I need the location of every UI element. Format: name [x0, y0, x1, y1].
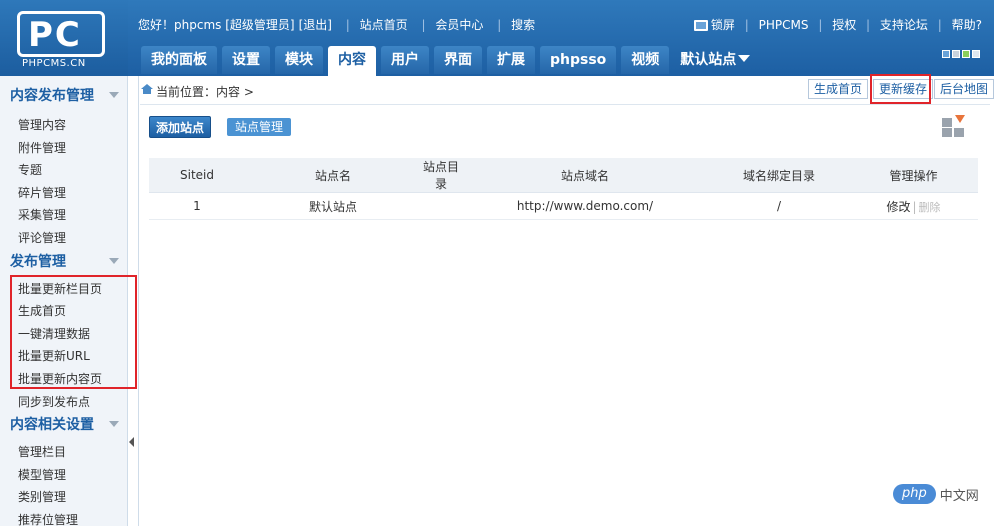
logout-link[interactable]: [退出]	[299, 18, 332, 32]
tab-video[interactable]: 视频	[621, 46, 670, 74]
logo-caption: PHPCMS.CN	[22, 58, 86, 69]
logo-mark: PC	[17, 11, 105, 57]
sidebar-item-manage-content[interactable]: 管理内容	[0, 114, 127, 137]
sidebar-section-content-publish[interactable]: 内容发布管理	[0, 84, 127, 108]
logo-text: PC	[28, 15, 82, 55]
sidebar-item-models[interactable]: 模型管理	[0, 464, 127, 487]
license-link[interactable]: 授权	[832, 18, 856, 32]
sidebar-item-clean-data[interactable]: 一键清理数据	[0, 323, 127, 346]
edit-link[interactable]: 修改	[886, 200, 910, 214]
sidebar-item-types[interactable]: 类别管理	[0, 486, 127, 509]
tab-my-panel[interactable]: 我的面板	[141, 46, 217, 74]
member-center-link[interactable]: 会员中心	[435, 18, 483, 32]
sidebar-item-collection[interactable]: 采集管理	[0, 204, 127, 227]
tab-content[interactable]: 内容	[328, 46, 376, 76]
col-site-domain: 站点域名	[461, 158, 709, 193]
theme-gray-icon[interactable]	[952, 50, 960, 58]
sidebar-section-title: 内容相关设置	[10, 417, 94, 434]
generate-home-button[interactable]: 生成首页	[808, 79, 869, 99]
theme-blue-icon[interactable]	[942, 50, 950, 58]
col-siteid: Siteid	[149, 158, 245, 193]
chevron-down-icon[interactable]	[109, 92, 119, 98]
sidebar-section-title: 内容发布管理	[10, 88, 94, 104]
sidebar-item-batch-update-content[interactable]: 批量更新内容页	[0, 368, 127, 391]
table-row: 1 默认站点 http://www.demo.com/ / 修改 | 删除	[149, 192, 978, 220]
col-site-dir: 站点目录	[421, 158, 461, 193]
theme-green-icon[interactable]	[962, 50, 970, 58]
cell-site-name: 默认站点	[245, 192, 421, 220]
sidebar-item-topics[interactable]: 专题	[0, 159, 127, 182]
watermark-text: 中文网	[939, 488, 979, 504]
sites-table: Siteid 站点名 站点目录 站点域名 域名绑定目录 管理操作 1 默认站点 …	[149, 158, 978, 220]
monitor-icon	[693, 20, 708, 31]
sidebar-item-batch-update-url[interactable]: 批量更新URL	[0, 345, 127, 368]
sidebar-item-attachments[interactable]: 附件管理	[0, 137, 127, 160]
top-links: 锁屏 | PHPCMS | 授权 | 支持论坛 | 帮助?	[693, 16, 982, 33]
sidebar-item-fragments[interactable]: 碎片管理	[0, 182, 127, 205]
tab-extensions[interactable]: 扩展	[487, 46, 535, 74]
cell-siteid: 1	[149, 192, 245, 220]
theme-light-icon[interactable]	[972, 50, 980, 58]
layout-toggle-icon[interactable]	[941, 115, 967, 137]
cell-site-domain: http://www.demo.com/	[461, 192, 709, 220]
sidebar-item-sync-publish[interactable]: 同步到发布点	[0, 391, 127, 414]
col-actions: 管理操作	[849, 158, 978, 193]
arrow-down-icon	[955, 115, 965, 123]
sidebar-section-title: 发布管理	[10, 253, 66, 270]
breadcrumb-text: 当前位置：内容 >	[156, 85, 254, 99]
sidebar-item-recommend-positions[interactable]: 推荐位管理	[0, 509, 127, 526]
col-bind-dir: 域名绑定目录	[709, 158, 849, 193]
sidebar-item-comments[interactable]: 评论管理	[0, 227, 127, 250]
tab-interface[interactable]: 界面	[434, 46, 482, 74]
help-link[interactable]: 帮助?	[952, 18, 982, 32]
home-icon[interactable]	[141, 84, 153, 94]
logo[interactable]: PC PHPCMS.CN	[0, 0, 128, 76]
site-selector-label: 默认站点	[680, 52, 737, 68]
sidebar-collapse-toggle[interactable]	[129, 436, 137, 448]
chevron-down-icon[interactable]	[109, 421, 119, 428]
chevron-down-icon[interactable]	[109, 257, 119, 264]
backend-map-button[interactable]: 后台地图	[934, 79, 994, 99]
theme-switcher	[940, 47, 980, 61]
caret-down-icon	[738, 55, 751, 62]
tab-settings[interactable]: 设置	[222, 46, 270, 74]
sidebar: 内容发布管理 管理内容 附件管理 专题 碎片管理 采集管理 评论管理 发布管理 …	[0, 76, 128, 526]
add-site-button[interactable]: 添加站点	[149, 116, 211, 138]
watermark: php 中文网	[893, 484, 979, 506]
cell-site-dir	[421, 192, 461, 220]
sidebar-section-content-settings[interactable]: 内容相关设置	[0, 413, 127, 437]
top-user-bar: 您好！phpcms [超级管理员] [退出] | 站点首页 | 会员中心 | 搜索	[138, 18, 536, 32]
main-nav: 我的面板 设置 模块 内容 用户 界面 扩展 phpsso 视频 默认站点	[141, 46, 756, 76]
sidebar-section-publish[interactable]: 发布管理	[0, 250, 127, 274]
site-home-link[interactable]: 站点首页	[360, 18, 408, 32]
action-separator: |	[912, 199, 917, 214]
sidebar-item-manage-category[interactable]: 管理栏目	[0, 441, 127, 464]
update-cache-button[interactable]: 更新缓存	[873, 79, 934, 99]
col-site-name: 站点名	[245, 158, 421, 193]
tab-phpsso[interactable]: phpsso	[540, 46, 617, 74]
greeting-text: 您好！phpcms [超级管理员]	[138, 18, 295, 32]
watermark-logo: php	[893, 484, 936, 504]
phpcms-link[interactable]: PHPCMS	[759, 18, 809, 32]
sidebar-item-generate-home[interactable]: 生成首页	[0, 300, 127, 323]
tab-users[interactable]: 用户	[381, 46, 429, 74]
delete-link[interactable]: 删除	[919, 201, 941, 214]
site-selector[interactable]: 默认站点	[674, 46, 756, 74]
tab-modules[interactable]: 模块	[275, 46, 323, 74]
site-manage-button[interactable]: 站点管理	[227, 118, 291, 136]
lock-screen-link[interactable]: 锁屏	[711, 18, 735, 32]
search-link[interactable]: 搜索	[511, 18, 535, 32]
sidebar-item-batch-update-category[interactable]: 批量更新栏目页	[0, 278, 127, 301]
table-header-row: Siteid 站点名 站点目录 站点域名 域名绑定目录 管理操作	[149, 158, 978, 193]
support-forum-link[interactable]: 支持论坛	[880, 18, 928, 32]
cell-actions: 修改 | 删除	[849, 192, 978, 220]
chevron-left-icon	[129, 437, 134, 447]
cell-bind-dir: /	[709, 192, 849, 220]
